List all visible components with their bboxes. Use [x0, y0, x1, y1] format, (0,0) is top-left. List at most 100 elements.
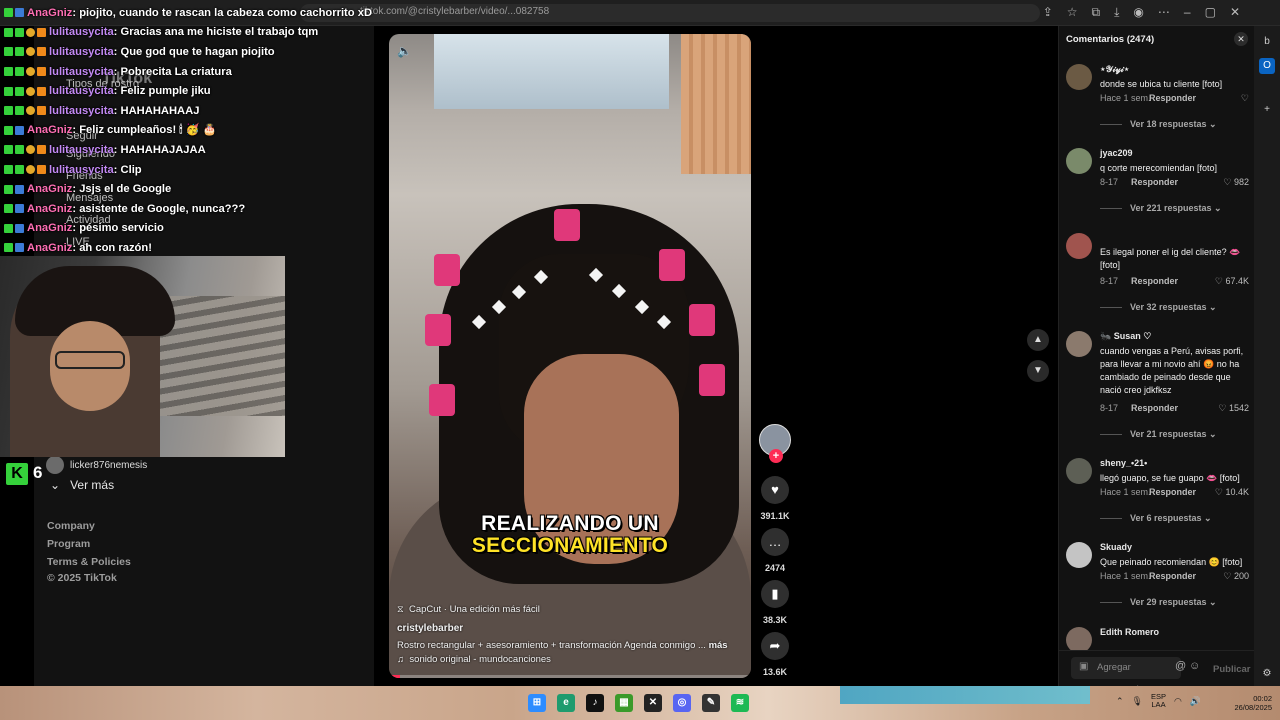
reply-button[interactable]: Responder	[1149, 487, 1196, 497]
edge-icon[interactable]: e	[557, 694, 575, 712]
reply-button[interactable]: Responder	[1131, 276, 1178, 286]
wifi-icon[interactable]: ◠	[1174, 696, 1182, 707]
chat-username[interactable]: AnaGniz	[27, 222, 72, 234]
view-replies-button[interactable]: Ver 18 respuestas ⌄	[1100, 119, 1217, 130]
volume-icon[interactable]: 🔊	[1190, 696, 1201, 707]
emoji-icon[interactable]: ☺	[1189, 660, 1200, 672]
chat-username[interactable]: lulitausycita	[49, 26, 114, 38]
chat-username[interactable]: AnaGniz	[27, 203, 72, 215]
chat-username[interactable]: lulitausycita	[49, 105, 114, 117]
language-indicator[interactable]: ESP LAA	[1151, 693, 1166, 709]
chat-username[interactable]: lulitausycita	[49, 85, 114, 97]
follow-plus-icon[interactable]: +	[769, 449, 783, 463]
heart-icon[interactable]: ♥	[761, 476, 789, 504]
footer-program[interactable]: Program	[47, 538, 90, 550]
video-author[interactable]: cristylebarber	[397, 623, 463, 634]
more-button[interactable]: más	[709, 640, 728, 651]
mute-icon[interactable]: 🔈	[397, 44, 412, 58]
add-icon[interactable]: +	[1259, 102, 1275, 118]
chat-username[interactable]: lulitausycita	[49, 66, 114, 78]
spotify-icon[interactable]: ≋	[731, 694, 749, 712]
discord-icon[interactable]: ◎	[673, 694, 691, 712]
video-sound[interactable]: ♫ sonido original - mundocanciones	[397, 654, 551, 665]
capcut-app-icon[interactable]: ✕	[644, 694, 662, 712]
image-icon[interactable]: ▣	[1079, 661, 1088, 672]
view-replies-button[interactable]: Ver 29 respuestas ⌄	[1100, 597, 1217, 608]
chat-username[interactable]: lulitausycita	[49, 46, 114, 58]
next-video-button[interactable]: ▼	[1027, 360, 1049, 382]
reply-button[interactable]: Responder	[1149, 571, 1196, 581]
star-icon[interactable]: ☆	[1067, 5, 1078, 20]
comment-likes[interactable]: ♡ 10.4K	[1215, 487, 1249, 498]
chat-username[interactable]: lulitausycita	[49, 164, 114, 176]
minecraft-icon[interactable]: ▦	[615, 694, 633, 712]
tiktok-icon[interactable]: ♪	[586, 694, 604, 712]
extensions-icon[interactable]: ⧉	[1092, 5, 1101, 20]
windows-start-icon[interactable]: ⊞	[528, 694, 546, 712]
footer-terms[interactable]: Terms & Policies	[47, 556, 131, 568]
comment-likes[interactable]: ♡ 200	[1223, 571, 1249, 582]
chat-username[interactable]: AnaGniz	[27, 7, 72, 19]
comment-user[interactable]: sheny_•21•	[1100, 458, 1147, 468]
comment-user[interactable]: jyac209	[1100, 148, 1133, 158]
comment-text: cuando vengas a Perú, avisas porfi, para…	[1100, 346, 1244, 395]
capcut-link[interactable]: ⧖ CapCut · Una edición más fácil	[397, 604, 540, 615]
view-replies-button[interactable]: Ver 6 respuestas ⌄	[1100, 513, 1212, 524]
comment-likes[interactable]: ♡ 1542	[1218, 403, 1249, 414]
minimize-icon[interactable]: –	[1184, 5, 1191, 20]
view-replies-button[interactable]: Ver 32 respuestas ⌄	[1100, 302, 1217, 313]
chat-username[interactable]: lulitausycita	[49, 144, 114, 156]
comment-user[interactable]: ⋆𝒴𝒾𝓎𝒾⋆	[1100, 64, 1129, 75]
kick-logo-icon: K	[6, 463, 28, 485]
avatar[interactable]	[1066, 542, 1092, 568]
tray-chevron-icon[interactable]: ⌃	[1116, 696, 1124, 707]
mention-icon[interactable]: @	[1175, 660, 1186, 672]
chat-username[interactable]: AnaGniz	[27, 124, 72, 136]
comment-user[interactable]: 🐜 Susan ♡	[1100, 331, 1151, 342]
bookmark-icon[interactable]: ▮	[761, 580, 789, 608]
video-player[interactable]: 🔈 REALIZANDO UN SECCIONAMIENTO ⧖ CapCut …	[389, 34, 751, 678]
profile-icon[interactable]: ◉	[1133, 5, 1143, 20]
video-progress-bar[interactable]	[389, 675, 751, 678]
maximize-icon[interactable]: ▢	[1205, 5, 1216, 20]
share-icon[interactable]: ⇪	[1043, 5, 1053, 20]
comment-likes[interactable]: ♡ 982	[1223, 177, 1249, 188]
share-arrow-icon[interactable]: ➦	[761, 632, 789, 660]
avatar[interactable]	[1066, 148, 1092, 174]
video-description: Rostro rectangular + asesoramiento + tra…	[397, 640, 728, 651]
chat-username[interactable]: AnaGniz	[27, 183, 72, 195]
microphone-icon[interactable]: 🎙	[1132, 696, 1143, 707]
chat-username[interactable]: AnaGniz	[27, 242, 72, 254]
avatar[interactable]	[1066, 233, 1092, 259]
outlook-icon[interactable]: O	[1259, 58, 1275, 74]
clock[interactable]: 00:02 26/08/2025	[1222, 694, 1272, 712]
chat-text: : piojito, cuando te rascan la cabeza co…	[72, 6, 373, 19]
download-icon[interactable]: ⤓	[1114, 5, 1119, 20]
close-window-icon[interactable]: ✕	[1230, 5, 1240, 20]
close-icon[interactable]: ✕	[1234, 32, 1248, 46]
reply-button[interactable]: Responder	[1149, 93, 1196, 103]
view-replies-button[interactable]: Ver 221 respuestas ⌄	[1100, 203, 1222, 214]
footer-company[interactable]: Company	[47, 520, 95, 532]
comment-icon[interactable]: …	[761, 528, 789, 556]
tool-icon[interactable]: ✎	[702, 694, 720, 712]
post-button[interactable]: Publicar	[1213, 664, 1251, 675]
bing-icon[interactable]: b	[1259, 34, 1275, 50]
avatar[interactable]	[1066, 331, 1092, 357]
menu-icon[interactable]: ⋯	[1158, 5, 1170, 20]
avatar[interactable]	[1066, 64, 1092, 90]
comment-text: q corte merecomiendan [foto]	[1100, 163, 1218, 173]
comment-user[interactable]: Skuady	[1100, 542, 1132, 552]
previous-video-button[interactable]: ▲	[1027, 329, 1049, 351]
chat-text: : Feliz pumple jiku	[113, 85, 211, 98]
settings-icon[interactable]: ⚙	[1259, 666, 1275, 682]
ver-mas-button[interactable]: ⌄ Ver más	[50, 478, 114, 492]
heart-outline-icon[interactable]: ♡	[1241, 93, 1249, 104]
reply-button[interactable]: Responder	[1131, 403, 1178, 413]
following-account[interactable]: licker876nemesis	[46, 456, 147, 474]
avatar[interactable]	[1066, 458, 1092, 484]
comment-user[interactable]: Edith Romero	[1100, 627, 1159, 637]
reply-button[interactable]: Responder	[1131, 177, 1178, 187]
view-replies-button[interactable]: Ver 21 respuestas ⌄	[1100, 429, 1217, 440]
comment-likes[interactable]: ♡ 67.4K	[1215, 276, 1249, 287]
